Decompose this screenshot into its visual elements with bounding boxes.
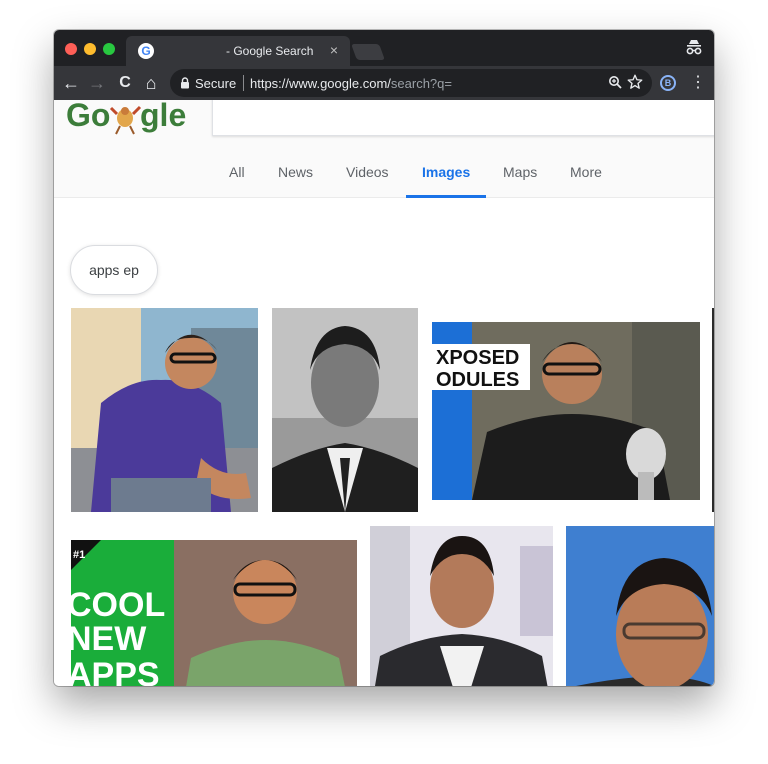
search-input[interactable] — [212, 100, 714, 136]
photo-man-suit-event — [370, 526, 553, 686]
tab-more[interactable]: More — [570, 164, 602, 180]
svg-text:gle: gle — [140, 100, 186, 133]
url-path: search?q= — [390, 76, 452, 91]
bookmark-star-icon[interactable] — [626, 73, 644, 91]
secure-label: Secure — [195, 76, 237, 91]
back-icon[interactable]: ← — [60, 72, 82, 94]
search-nav-tabs: All News Videos Images Maps More — [54, 160, 714, 198]
photo-man-blue-background — [566, 526, 714, 686]
zoom-icon[interactable] — [608, 75, 622, 89]
tab-videos[interactable]: Videos — [346, 164, 389, 180]
thumb-banner-line: APPS — [71, 656, 160, 686]
photo-man-black-white — [272, 308, 418, 512]
tab-maps[interactable]: Maps — [503, 164, 537, 180]
title-bar: G - Google Search × — [54, 30, 714, 66]
search-results-page: Go gle All News Videos Images Maps More — [54, 100, 714, 686]
photo-man-microphone: XPOSED ODULES — [432, 322, 700, 500]
address-separator — [243, 75, 244, 91]
image-result[interactable]: #1 COOL NEW APPS — [71, 540, 357, 686]
thumb-banner-line: XPOSED — [436, 347, 519, 369]
window-close-button[interactable] — [65, 43, 77, 55]
tab-title: - Google Search — [226, 44, 314, 58]
url-text[interactable]: https://www.google.com/search?q= — [250, 76, 452, 91]
new-tab-button[interactable] — [351, 44, 385, 60]
thumb-banner-line: ODULES — [436, 369, 519, 391]
image-result[interactable]: XPOSED ODULES — [432, 322, 700, 500]
tab-images[interactable]: Images — [422, 164, 470, 180]
url-host: https://www.google.com/ — [250, 76, 391, 91]
browser-window: G - Google Search × ← → C ⌂ Secure https… — [54, 30, 714, 686]
lock-icon — [181, 77, 189, 89]
photo-cool-new-apps: #1 COOL NEW APPS — [71, 540, 357, 686]
image-result[interactable] — [272, 308, 418, 512]
browser-menu-icon[interactable]: ⋮ — [690, 72, 706, 94]
related-search-chip[interactable]: apps ep — [70, 245, 158, 295]
thumb-banner-line: NEW — [71, 620, 147, 658]
reload-icon[interactable]: C — [114, 72, 136, 94]
extension-icon[interactable]: B — [660, 75, 676, 91]
thumb-banner-line: COOL — [71, 586, 165, 624]
browser-tab[interactable]: G - Google Search × — [126, 36, 350, 66]
window-maximize-button[interactable] — [103, 43, 115, 55]
svg-text:Go: Go — [66, 100, 110, 133]
google-header: Go gle All News Videos Images Maps More — [54, 100, 714, 198]
google-favicon-icon: G — [138, 43, 154, 59]
image-result[interactable] — [566, 526, 714, 686]
image-result[interactable] — [712, 308, 714, 512]
forward-icon[interactable]: → — [86, 72, 108, 94]
tab-all[interactable]: All — [229, 164, 245, 180]
home-icon[interactable]: ⌂ — [140, 72, 162, 94]
image-result[interactable] — [71, 308, 258, 512]
photo-man-purple-shirt — [71, 308, 258, 512]
thumb-banner-line: #1 — [73, 549, 85, 561]
incognito-icon — [686, 40, 702, 55]
google-doodle-logo[interactable]: Go gle — [66, 100, 196, 138]
browser-toolbar: ← → C ⌂ Secure https://www.google.com/se… — [54, 66, 714, 100]
tab-close-icon[interactable]: × — [330, 42, 338, 58]
image-result[interactable] — [370, 526, 553, 686]
window-minimize-button[interactable] — [84, 43, 96, 55]
address-bar[interactable]: Secure https://www.google.com/search?q= — [170, 69, 652, 97]
tab-news[interactable]: News — [278, 164, 313, 180]
active-tab-indicator — [406, 195, 486, 198]
